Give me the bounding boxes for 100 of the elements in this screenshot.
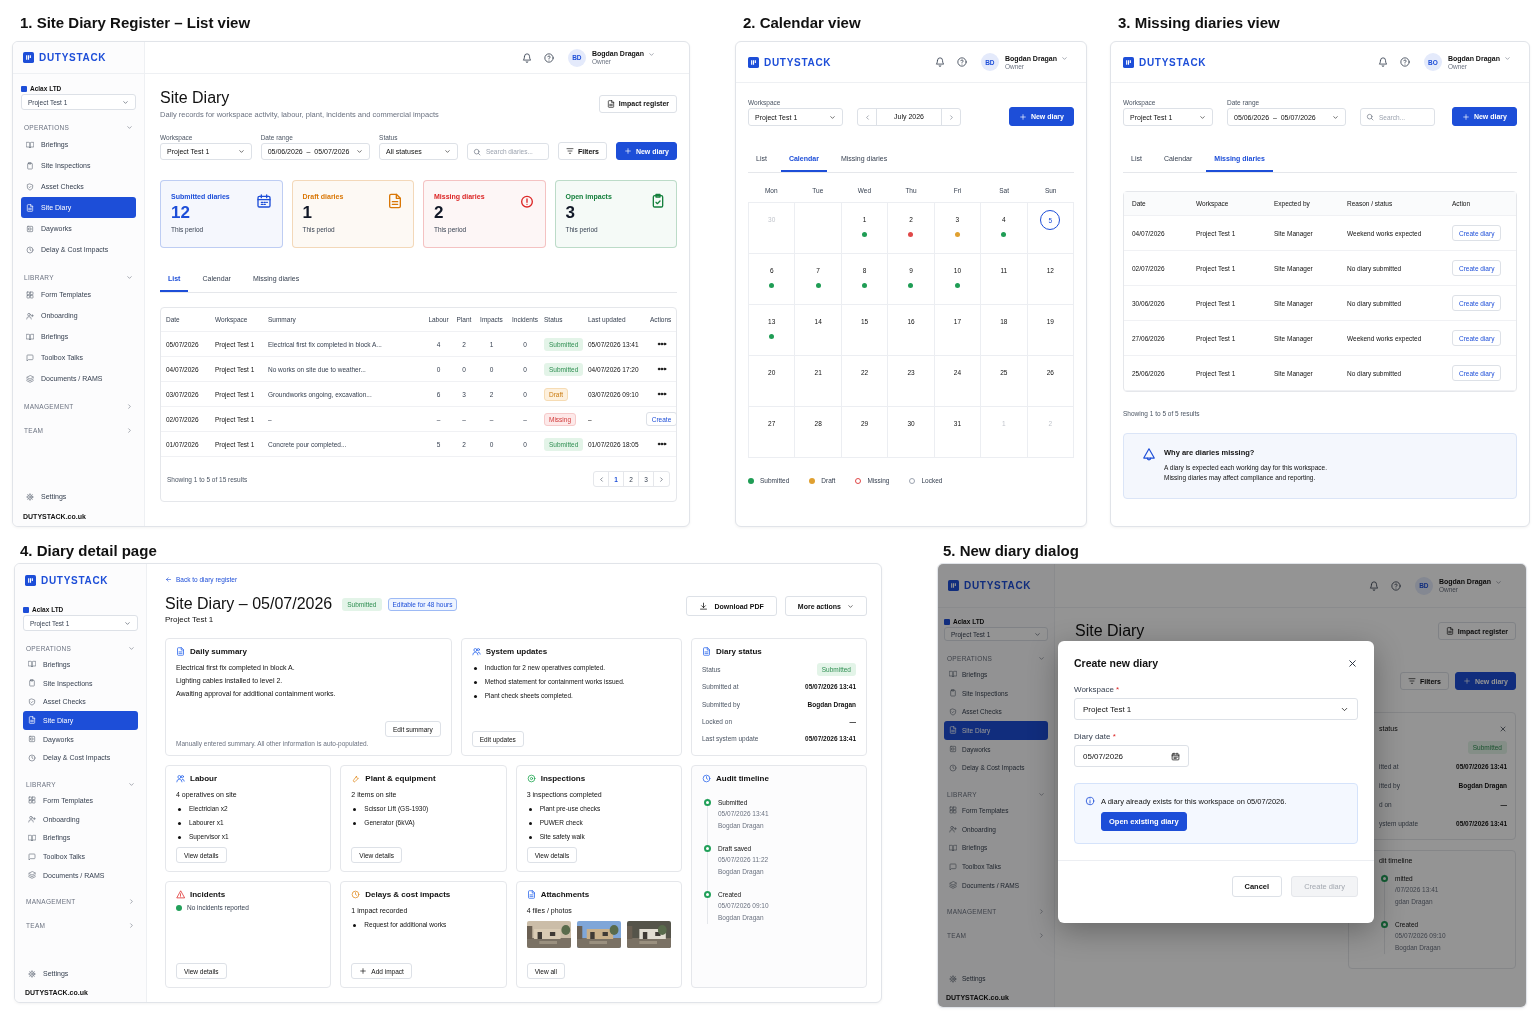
field-label: Diary date * (1074, 732, 1117, 741)
chevron-down-icon (1332, 113, 1339, 121)
clock-icon (26, 245, 34, 254)
section-heading: 4. Diary detail page (19, 541, 158, 561)
chevron-down-icon (443, 148, 451, 155)
stat-value: 12 (171, 203, 191, 223)
chevron-right-icon (658, 475, 665, 483)
bell-icon[interactable] (521, 52, 532, 63)
grid-icon (949, 806, 957, 815)
card-title: Delays & cost impacts (351, 890, 496, 899)
help-icon[interactable] (543, 52, 554, 63)
chevron-down-icon[interactable] (648, 50, 655, 58)
square-icon (26, 224, 34, 233)
chat-icon (28, 852, 36, 861)
wrench-icon (351, 774, 361, 783)
card-title: Incidents (176, 890, 321, 899)
gear-icon (949, 974, 957, 983)
stat-value: 3 (565, 203, 576, 223)
chat-icon (26, 353, 34, 362)
help-icon[interactable] (1399, 57, 1410, 67)
timeline-dot-icon (704, 891, 711, 898)
download-icon (699, 601, 709, 611)
book-icon (26, 140, 34, 149)
clock-icon (702, 774, 711, 783)
chevron-down-icon[interactable] (1495, 578, 1502, 586)
brand-name: DUTYSTACK (1139, 56, 1207, 68)
shield-icon (28, 697, 36, 706)
stat-value: 2 (434, 203, 445, 223)
file-icon (606, 99, 615, 108)
square-icon (949, 745, 957, 754)
section-heading: 2. Calendar view (742, 12, 862, 33)
section-heading: 5. New diary dialog (942, 541, 1080, 561)
org-logo-icon (23, 606, 29, 613)
clipboard-icon (26, 161, 34, 170)
card-title: Diary status (702, 647, 856, 656)
chevron-down-icon (1199, 113, 1206, 121)
plus-icon (359, 967, 368, 975)
section-heading: 3. Missing diaries view (1117, 12, 1281, 33)
brand-name: DUTYSTACK (964, 580, 1032, 591)
file-icon (1445, 627, 1454, 635)
card-title: Inspections (526, 774, 671, 783)
shield-icon (26, 182, 34, 191)
page-title: Site Diary – 05/07/2026 (165, 594, 333, 614)
legend-swatch (809, 477, 816, 484)
chevron-down-icon[interactable] (1061, 55, 1068, 62)
bell-icon[interactable] (1368, 580, 1379, 591)
brand-name: DUTYSTACK (764, 56, 832, 68)
workspace-select[interactable]: Project Test 1 (1074, 698, 1358, 720)
chevron-left-icon (597, 475, 605, 483)
org-logo-icon (21, 85, 27, 92)
plus-icon (623, 147, 632, 155)
book-icon (949, 670, 957, 679)
chevron-down-icon (237, 148, 245, 155)
chevron-down-icon (847, 602, 854, 610)
page-title: Site Diary (1075, 622, 1145, 640)
card-title: Labour (176, 774, 321, 783)
file-icon (387, 193, 403, 209)
bell-icon[interactable] (1377, 57, 1388, 67)
clipboard-icon (28, 679, 36, 688)
filter-icon (565, 147, 574, 155)
clock-icon (351, 890, 361, 899)
chevron-down-icon[interactable] (1504, 55, 1511, 62)
timeline-dot-icon (704, 845, 711, 852)
timeline-dot-icon (1381, 875, 1388, 882)
file-icon (26, 203, 34, 212)
layers-icon (949, 881, 957, 890)
layers-icon (28, 871, 36, 880)
file-icon (526, 890, 536, 899)
users-icon (471, 647, 481, 656)
book-icon (28, 660, 36, 669)
chevron-right-icon (947, 113, 955, 121)
file-icon (702, 647, 711, 656)
alert-icon (518, 193, 535, 209)
card-title: Daily summary (176, 647, 441, 656)
target-icon (526, 774, 536, 783)
gear-icon (28, 969, 36, 978)
chevron-left-icon (863, 113, 871, 121)
close-icon[interactable] (1347, 657, 1358, 669)
chat-icon (949, 862, 957, 871)
legend-swatch (748, 477, 754, 484)
clock-icon (28, 753, 36, 762)
chevron-down-icon (1034, 630, 1041, 638)
logo-icon (748, 56, 759, 68)
filter-icon (1407, 677, 1416, 685)
info-icon (1085, 796, 1095, 806)
page-title: Site Diary (160, 88, 231, 108)
bell-icon[interactable] (934, 57, 945, 67)
date-field[interactable]: 05/07/2026 (1074, 745, 1189, 767)
section-heading: 1. Site Diary Register – List view (19, 12, 252, 33)
logo-icon (948, 580, 959, 591)
user-plus-icon (26, 311, 34, 320)
user-plus-icon (949, 825, 957, 834)
plus-icon (1018, 112, 1027, 121)
plus-icon (1461, 112, 1470, 121)
plus-icon (1462, 677, 1471, 685)
timeline-dot-icon (1381, 921, 1388, 928)
help-icon[interactable] (1390, 580, 1401, 591)
help-icon[interactable] (956, 57, 967, 67)
book-icon (26, 332, 34, 341)
grid-icon (26, 290, 34, 299)
